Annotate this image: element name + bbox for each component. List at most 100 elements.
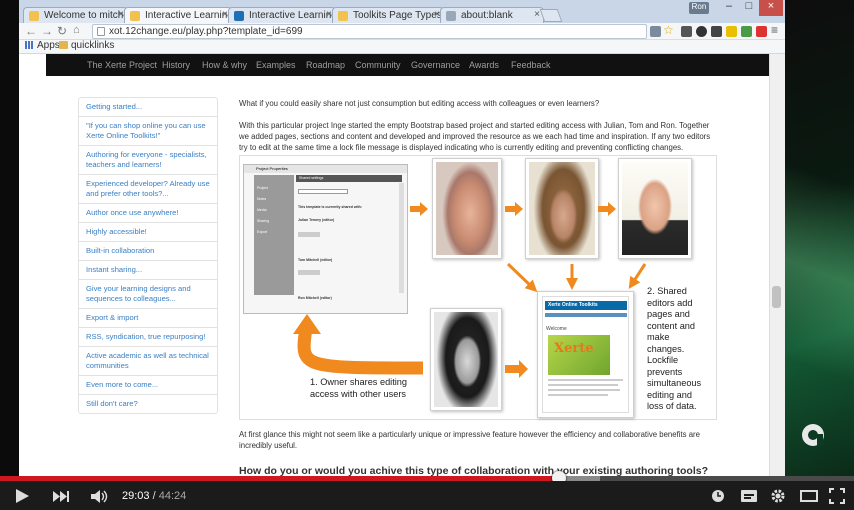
caption-1: 1. Owner shares editing access with othe…	[310, 377, 408, 399]
page-icon	[97, 27, 105, 36]
bookmark-star-icon[interactable]: ☆	[663, 23, 674, 37]
maximize-button[interactable]: □	[739, 0, 759, 16]
new-tab-button[interactable]	[539, 9, 563, 22]
reload-icon[interactable]: ↻	[57, 24, 67, 38]
user-badge[interactable]: Ron	[689, 2, 709, 14]
favicon-icon	[130, 11, 140, 21]
window-close-button[interactable]: ×	[759, 0, 783, 16]
tab-0[interactable]: Welcome to mitchell ×	[23, 7, 128, 23]
favicon-icon	[29, 11, 39, 21]
play-icon[interactable]	[14, 488, 30, 504]
intro-text: What if you could easily share not just …	[239, 99, 600, 108]
url-text: xot.12change.eu/play.php?template_id=699	[109, 26, 303, 37]
sidebar-item[interactable]: RSS, syndication, true repurposing!	[78, 328, 218, 347]
video-left-margin	[0, 0, 19, 476]
bookmark-label: quicklinks	[71, 40, 115, 51]
address-bar[interactable]: xot.12change.eu/play.php?template_id=699	[92, 24, 647, 39]
favicon-icon	[446, 11, 456, 21]
sidebar-item[interactable]: Getting started...	[78, 97, 218, 117]
tab-2[interactable]: Interactive Learning ×	[228, 7, 336, 23]
site-navbar: The Xerte Project History How & why Exam…	[46, 54, 769, 76]
duration: 44:24	[158, 490, 187, 502]
caption-2: 2. Shared editors add pages and content …	[647, 286, 702, 411]
youtube-player: Welcome to mitchell × Interactive Learni…	[0, 0, 854, 510]
apps-grid-icon	[25, 41, 34, 49]
sidebar-item[interactable]: Give your learning designs and sequences…	[78, 280, 218, 309]
nav-brand[interactable]: The Xerte Project	[87, 60, 157, 70]
arrow-right-icon	[410, 202, 616, 216]
paragraph-1: With this particular project Inge starte…	[239, 121, 711, 152]
sidebar-item[interactable]: Authoring for everyone - specialists, te…	[78, 146, 218, 175]
next-icon[interactable]	[52, 490, 70, 503]
tab-label: about:blank	[461, 10, 513, 21]
headphones-icon[interactable]	[696, 26, 707, 37]
arrow-down-right-icon	[506, 262, 538, 293]
tab-3[interactable]: Toolkits Page Types ×	[332, 7, 444, 23]
curved-arrow	[297, 327, 424, 375]
sidebar-item[interactable]: Highly accessible!	[78, 223, 218, 242]
tab-4[interactable]: about:blank ×	[440, 7, 544, 23]
tab-label: Interactive Learning	[249, 10, 336, 21]
settings-gear-icon[interactable]	[770, 488, 786, 504]
theater-mode-icon[interactable]	[800, 490, 818, 502]
favicon-icon	[234, 11, 244, 21]
sidebar-item[interactable]: Export & import	[78, 309, 218, 328]
fullscreen-icon[interactable]	[829, 488, 845, 504]
scrollbar-thumb[interactable]	[772, 286, 781, 308]
browser-window: Welcome to mitchell × Interactive Learni…	[19, 0, 785, 476]
sidebar-item[interactable]: Active academic as well as technical com…	[78, 347, 218, 376]
tab-label: Interactive Learning	[145, 10, 232, 21]
arrow-up-icon	[293, 314, 321, 334]
menu-icon[interactable]: ≡	[771, 23, 778, 37]
folder-icon	[59, 41, 68, 49]
record-icon[interactable]	[756, 26, 767, 37]
page-viewport: The Xerte Project History How & why Exam…	[19, 54, 785, 476]
time-display: 29:03 / 44:24	[122, 490, 187, 502]
scrollbar[interactable]	[769, 54, 785, 476]
sidebar-item[interactable]: Built-in collaboration	[78, 242, 218, 261]
forward-arrow-icon[interactable]: →	[41, 24, 53, 38]
video-right-margin	[785, 0, 854, 476]
sidebar-item[interactable]: Still don't care?	[78, 395, 218, 414]
nav-how-why[interactable]: How & why	[202, 60, 247, 70]
tab-label: Welcome to mitchell	[44, 10, 128, 21]
nav-examples[interactable]: Examples	[256, 60, 296, 70]
bookmark-label: Apps	[37, 40, 60, 51]
volume-icon[interactable]	[90, 489, 110, 504]
sidebar-item[interactable]: "If you can shop online you can use Xert…	[78, 117, 218, 146]
extension-icon[interactable]	[711, 26, 722, 37]
close-icon[interactable]: ×	[534, 9, 540, 20]
captions-icon[interactable]	[741, 490, 757, 502]
extension-icon[interactable]	[726, 26, 737, 37]
sidebar-item[interactable]: Even more to come...	[78, 376, 218, 395]
section-heading: How do you or would you achive this type…	[239, 465, 709, 476]
bookmarks-bar: Apps quicklinks	[19, 40, 785, 54]
sidebar-item[interactable]: Experienced developer? Already use and p…	[78, 175, 218, 204]
tab-bar: Welcome to mitchell × Interactive Learni…	[19, 0, 785, 24]
watch-later-icon[interactable]	[711, 489, 725, 503]
browser-toolbar: ← → ↻ ⌂ xot.12change.eu/play.php?templat…	[19, 23, 785, 40]
page-action-icon[interactable]	[650, 26, 661, 37]
nav-awards[interactable]: Awards	[469, 60, 499, 70]
bookmark-quicklinks[interactable]: quicklinks	[59, 40, 114, 51]
sidebar-item[interactable]: Instant sharing...	[78, 261, 218, 280]
arrow-right-icon	[505, 360, 528, 378]
minimize-button[interactable]: –	[719, 0, 739, 16]
home-icon[interactable]: ⌂	[73, 24, 80, 36]
back-arrow-icon[interactable]: ←	[25, 24, 37, 38]
extension-icon[interactable]	[681, 26, 692, 37]
nav-history[interactable]: History	[162, 60, 190, 70]
nav-community[interactable]: Community	[355, 60, 401, 70]
current-time: 29:03	[122, 490, 150, 502]
bookmark-apps[interactable]: Apps	[25, 40, 60, 51]
extension-icon[interactable]	[741, 26, 752, 37]
nav-governance[interactable]: Governance	[411, 60, 460, 70]
tab-1[interactable]: Interactive Learning ×	[124, 7, 232, 24]
presenter-logo-icon	[802, 424, 824, 446]
nav-feedback[interactable]: Feedback	[511, 60, 551, 70]
nav-roadmap[interactable]: Roadmap	[306, 60, 345, 70]
favicon-icon	[338, 11, 348, 21]
collaboration-diagram: Project Properties Project Notes Media S…	[239, 155, 717, 420]
arrow-down-left-icon	[628, 263, 647, 290]
sidebar-item[interactable]: Author once use anywhere!	[78, 204, 218, 223]
